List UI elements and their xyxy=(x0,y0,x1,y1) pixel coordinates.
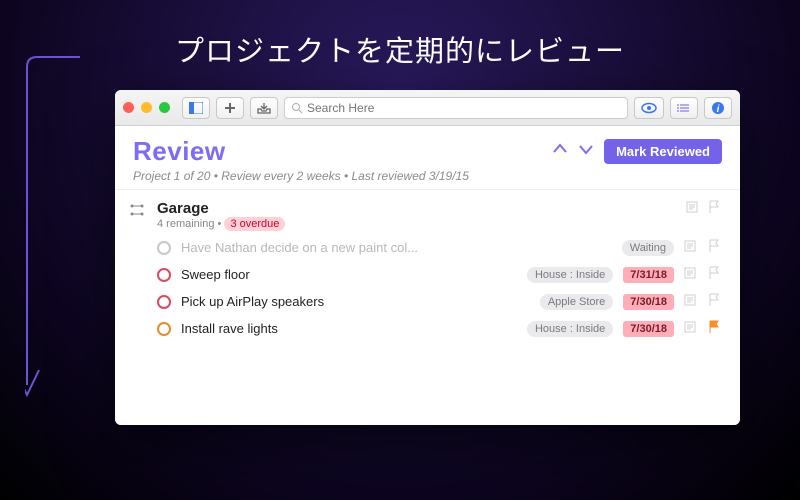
task-row[interactable]: Sweep floor House : Inside 7/31/18 xyxy=(115,261,740,288)
decor-arrow xyxy=(25,55,85,405)
project-name: Garage xyxy=(157,200,686,217)
task-context-tag[interactable]: House : Inside xyxy=(527,267,613,283)
search-input[interactable] xyxy=(307,101,621,115)
note-icon[interactable] xyxy=(684,240,698,255)
zoom-icon[interactable] xyxy=(159,102,170,113)
traffic-lights[interactable] xyxy=(123,102,170,113)
flag-icon[interactable] xyxy=(708,320,722,337)
flag-icon[interactable] xyxy=(708,266,722,283)
task-context-tag[interactable]: House : Inside xyxy=(527,321,613,337)
task-context-tag[interactable]: Apple Store xyxy=(540,294,613,310)
view-button[interactable] xyxy=(634,97,664,119)
inbox-button[interactable] xyxy=(250,97,278,119)
overdue-badge: 3 overdue xyxy=(224,217,285,231)
project-type-icon xyxy=(129,202,149,223)
next-project-button[interactable] xyxy=(578,142,594,161)
task-status-circle[interactable] xyxy=(157,295,171,309)
page-headline: プロジェクトを定期的にレビュー xyxy=(175,28,625,70)
task-row[interactable]: Install rave lights House : Inside 7/30/18 xyxy=(115,315,740,342)
task-title: Pick up AirPlay speakers xyxy=(181,294,530,309)
project-subtitle: 4 remaining • 3 overdue xyxy=(157,218,686,230)
close-icon[interactable] xyxy=(123,102,134,113)
note-icon[interactable] xyxy=(684,321,698,336)
page-title: Review xyxy=(133,136,226,167)
task-title: Have Nathan decide on a new paint col... xyxy=(181,240,612,255)
task-row[interactable]: Pick up AirPlay speakers Apple Store 7/30/… xyxy=(115,288,740,315)
project-header[interactable]: Garage 4 remaining • 3 overdue xyxy=(115,189,740,234)
task-due-badge: 7/31/18 xyxy=(623,267,674,283)
minimize-icon[interactable] xyxy=(141,102,152,113)
app-window: i Review Mark Reviewed Project 1 of 20 •… xyxy=(115,90,740,425)
task-status-circle[interactable] xyxy=(157,322,171,336)
note-icon[interactable] xyxy=(684,294,698,309)
search-field[interactable] xyxy=(284,97,628,119)
note-icon[interactable] xyxy=(686,200,700,219)
window-toolbar: i xyxy=(115,90,740,126)
project-list: Garage 4 remaining • 3 overdue Have Nath… xyxy=(115,189,740,425)
note-icon[interactable] xyxy=(684,267,698,282)
task-due-badge: 7/30/18 xyxy=(623,321,674,337)
search-icon xyxy=(291,102,303,114)
flag-icon[interactable] xyxy=(708,293,722,310)
svg-text:i: i xyxy=(717,104,720,115)
flag-icon[interactable] xyxy=(708,200,722,219)
task-due-badge: 7/30/18 xyxy=(623,294,674,310)
flag-icon[interactable] xyxy=(708,239,722,256)
inspector-button[interactable]: i xyxy=(704,97,732,119)
add-button[interactable] xyxy=(216,97,244,119)
task-title: Sweep floor xyxy=(181,267,517,282)
task-status-circle[interactable] xyxy=(157,241,171,255)
task-row[interactable]: Have Nathan decide on a new paint col...… xyxy=(115,234,740,261)
prev-project-button[interactable] xyxy=(552,142,568,161)
task-status-circle[interactable] xyxy=(157,268,171,282)
mark-reviewed-button[interactable]: Mark Reviewed xyxy=(604,139,722,164)
task-title: Install rave lights xyxy=(181,321,517,336)
list-button[interactable] xyxy=(670,97,698,119)
review-header: Review Mark Reviewed Project 1 of 20 • R… xyxy=(115,126,740,189)
sidebar-toggle-button[interactable] xyxy=(182,97,210,119)
review-subtitle: Project 1 of 20 • Review every 2 weeks •… xyxy=(133,169,722,183)
task-context-tag[interactable]: Waiting xyxy=(622,240,674,256)
